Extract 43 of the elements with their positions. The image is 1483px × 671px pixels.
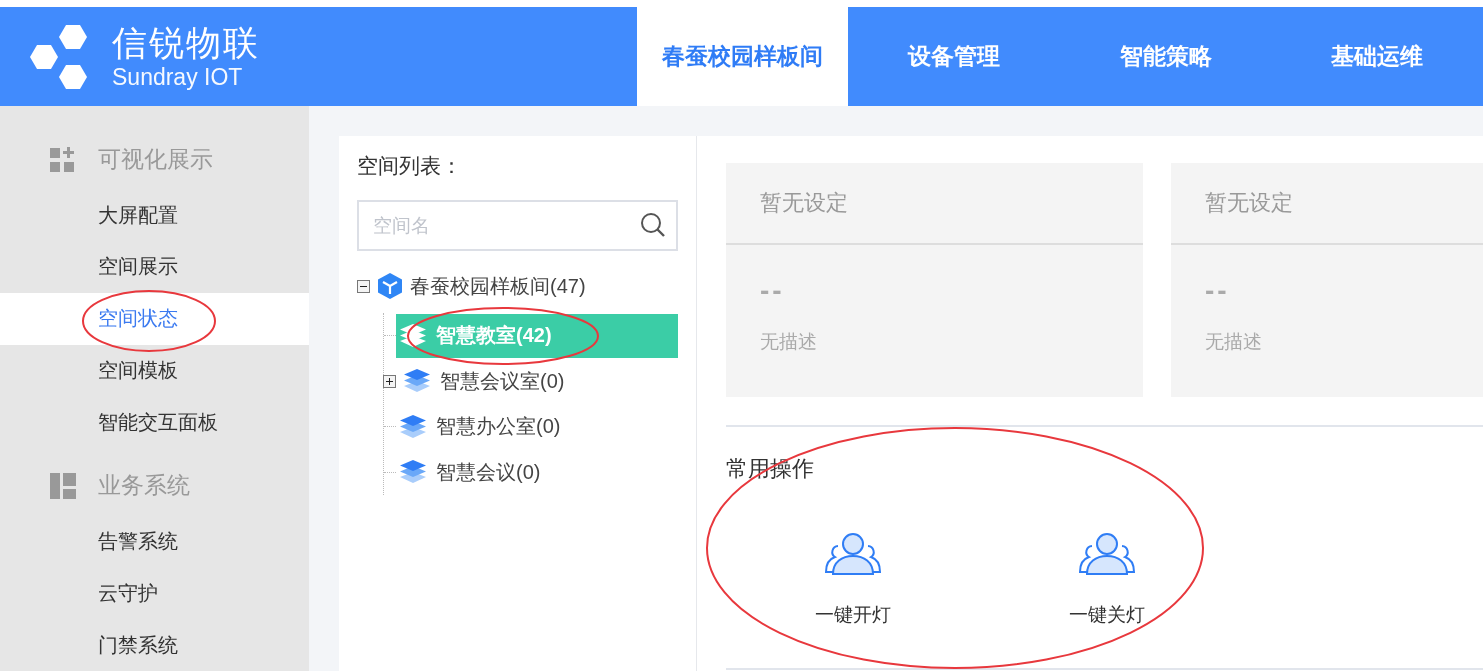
tree-node-label: 智慧会议(0) [436,459,541,485]
collapse-toggle[interactable] [357,279,370,293]
card-value: -- [1204,274,1231,308]
sidebar-item[interactable]: 空间模板 [0,344,309,397]
brand-subtitle: Sundray IOT [112,62,244,91]
cube-icon [378,273,402,299]
card-description: 无描述 [1204,330,1263,354]
sidebar-group-title: 可视化展示 [98,145,213,175]
tree-node-label: 智慧教室(42) [436,323,552,349]
tree-node-label: 智慧会议室(0) [440,368,565,394]
expand-toggle[interactable] [382,374,396,388]
sidebar-item[interactable]: 大屏配置 [0,189,309,242]
tree-node[interactable]: 智慧会议室(0) [400,359,678,404]
card-description: 无描述 [759,330,818,354]
sidebar-item[interactable]: 告警系统 [0,515,309,568]
card-value: -- [759,274,786,308]
layers-icon [400,323,426,348]
tree-node-label: 智慧办公室(0) [436,414,561,440]
card-title: 暂无设定 [1171,163,1483,245]
panel-title: 空间列表： [357,153,463,179]
sidebar-item[interactable]: 门禁系统 [0,619,309,671]
tree-node[interactable]: 智慧会议(0) [396,450,678,495]
quick-action[interactable]: 一键开灯 [726,532,980,628]
layers-icon [404,369,430,394]
user-group-icon [825,532,881,576]
search-field[interactable]: 空间名 [357,200,678,251]
tree-node[interactable]: 智慧办公室(0) [396,404,678,449]
card-title: 暂无设定 [726,163,1143,245]
sidebar-item[interactable]: 空间状态 [0,292,309,345]
dashboard-icon [50,472,76,499]
brand-name: 信锐物联 [112,22,260,63]
layers-icon [400,460,426,485]
nav-tab[interactable]: 春蚕校园样板间 [636,7,849,106]
sidebar-item[interactable]: 云守护 [0,567,309,620]
sidebar-item[interactable]: 智能交互面板 [0,396,309,449]
tree-node[interactable]: 春蚕校园样板间(47) [410,272,586,300]
quick-action[interactable]: 一键关灯 [980,532,1234,628]
user-group-icon [1079,532,1135,576]
search-icon[interactable] [640,212,666,238]
layers-icon [400,414,426,439]
sidebar-group-title: 业务系统 [98,471,190,501]
sidebar-item[interactable]: 空间展示 [0,241,309,293]
grid-plus-icon [50,146,76,173]
